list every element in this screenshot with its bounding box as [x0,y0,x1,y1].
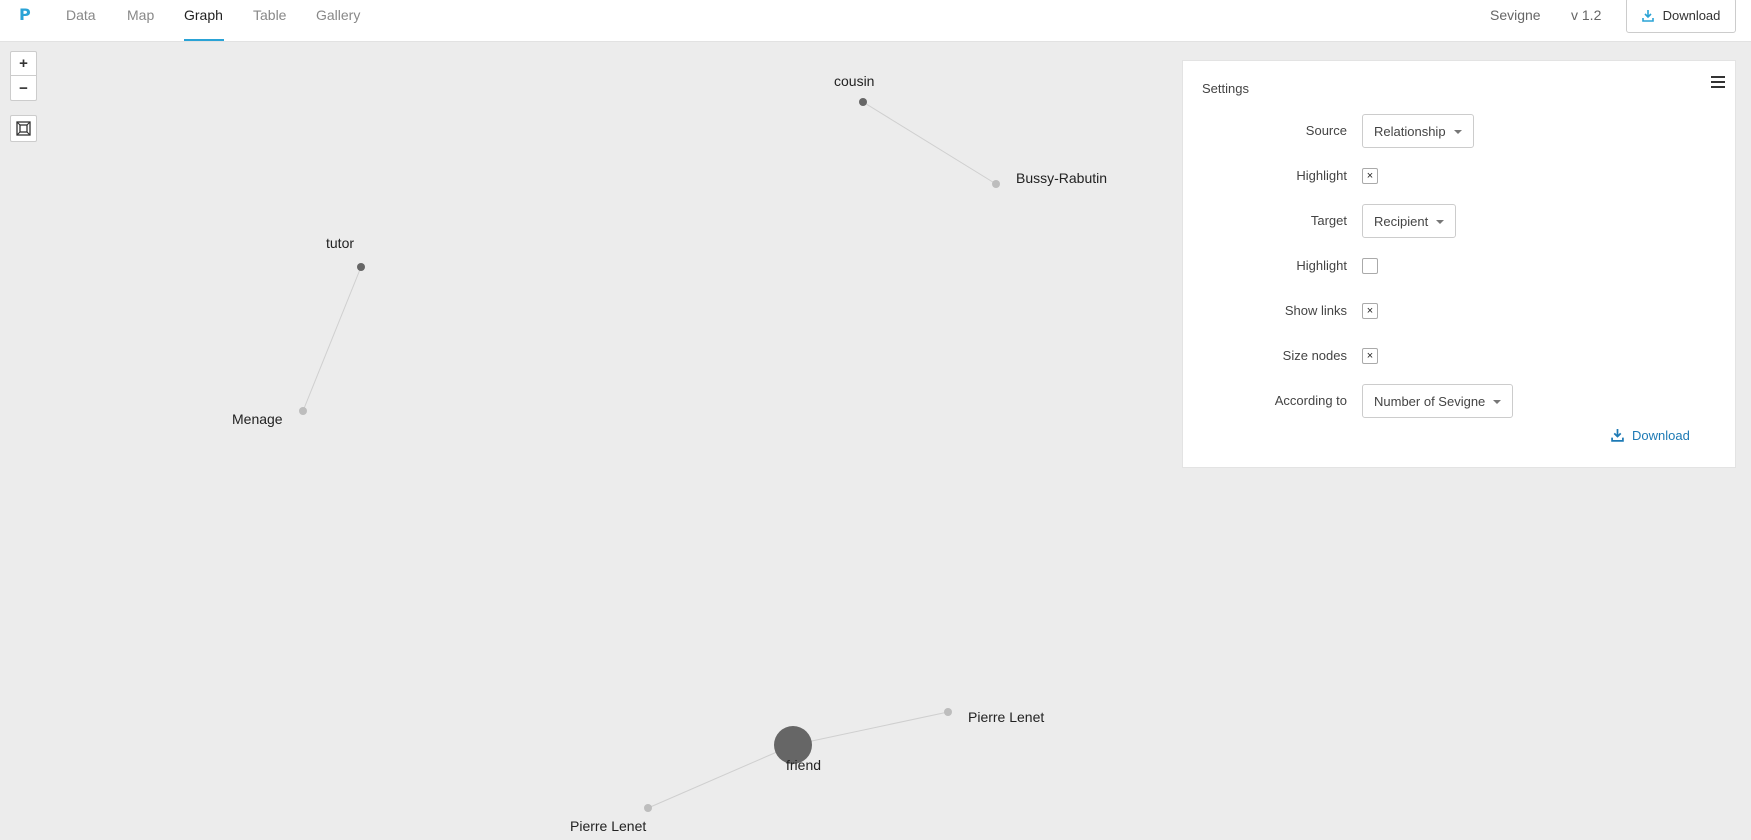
source-highlight-checkbox[interactable]: × [1362,168,1378,184]
version-label: v 1.2 [1571,7,1602,23]
source-highlight-label: Highlight [1296,168,1347,183]
target-label: Target [1310,213,1347,228]
according-to-select-value: Number of Sevigne [1374,393,1486,409]
target-select-value: Recipient [1374,213,1429,229]
graph-link [792,711,949,746]
download-icon [1641,9,1654,22]
target-highlight-label: Highlight [1296,258,1347,273]
chevron-down-icon [1436,220,1445,224]
graph-node[interactable] [944,708,952,716]
graph-link [302,266,362,412]
chevron-down-icon [1493,400,1502,404]
zoom-controls: + − [10,51,37,101]
node-label: Menage [232,411,283,427]
tab-gallery[interactable]: Gallery [316,7,360,23]
project-name: Sevigne [1490,7,1541,23]
download-icon [1611,429,1624,442]
tab-data[interactable]: Data [66,7,96,23]
zoom-out-button[interactable]: − [11,76,36,100]
node-label: Pierre Lenet [968,709,1044,725]
show-links-label: Show links [1284,303,1347,318]
graph-node[interactable] [859,98,867,106]
node-label: Bussy-Rabutin [1016,170,1107,186]
graph-link [862,101,997,185]
node-label: Pierre Lenet [570,818,646,834]
tab-map[interactable]: Map [127,7,154,23]
settings-title: Settings [1202,81,1249,96]
graph-node[interactable] [299,407,307,415]
target-select[interactable]: Recipient [1362,204,1457,238]
app-logo[interactable]: P [19,5,31,24]
show-links-checkbox[interactable]: × [1362,303,1378,319]
top-navbar: P Data Map Graph Table Gallery Sevigne v… [0,0,1751,42]
node-label: friend [786,757,821,773]
graph-node[interactable] [644,804,652,812]
graph-node[interactable] [357,263,365,271]
fit-to-screen-button[interactable] [10,115,37,142]
size-nodes-checkbox[interactable]: × [1362,348,1378,364]
according-to-label: According to [1274,393,1347,408]
graph-node[interactable] [992,180,1000,188]
node-label: cousin [834,73,874,89]
download-button-label: Download [1662,8,1721,23]
according-to-select[interactable]: Number of Sevigne [1362,384,1514,418]
graph-link [647,744,794,809]
active-tab-indicator [184,39,224,41]
settings-panel: Settings Source Relationship Highlight ×… [1182,60,1736,468]
node-label: tutor [326,235,354,251]
settings-download-button[interactable]: Download [1611,428,1690,443]
tab-graph[interactable]: Graph [184,7,223,23]
zoom-in-button[interactable]: + [11,52,36,76]
source-select-value: Relationship [1374,123,1446,139]
download-button[interactable]: Download [1626,0,1736,33]
settings-download-label: Download [1632,428,1690,443]
source-select[interactable]: Relationship [1362,114,1474,148]
hamburger-menu-icon[interactable] [1711,76,1725,88]
fit-to-screen-icon [16,121,31,136]
source-label: Source [1305,123,1347,138]
target-highlight-checkbox[interactable] [1362,258,1378,274]
chevron-down-icon [1453,130,1462,134]
size-nodes-label: Size nodes [1282,348,1347,363]
tab-table[interactable]: Table [253,7,286,23]
